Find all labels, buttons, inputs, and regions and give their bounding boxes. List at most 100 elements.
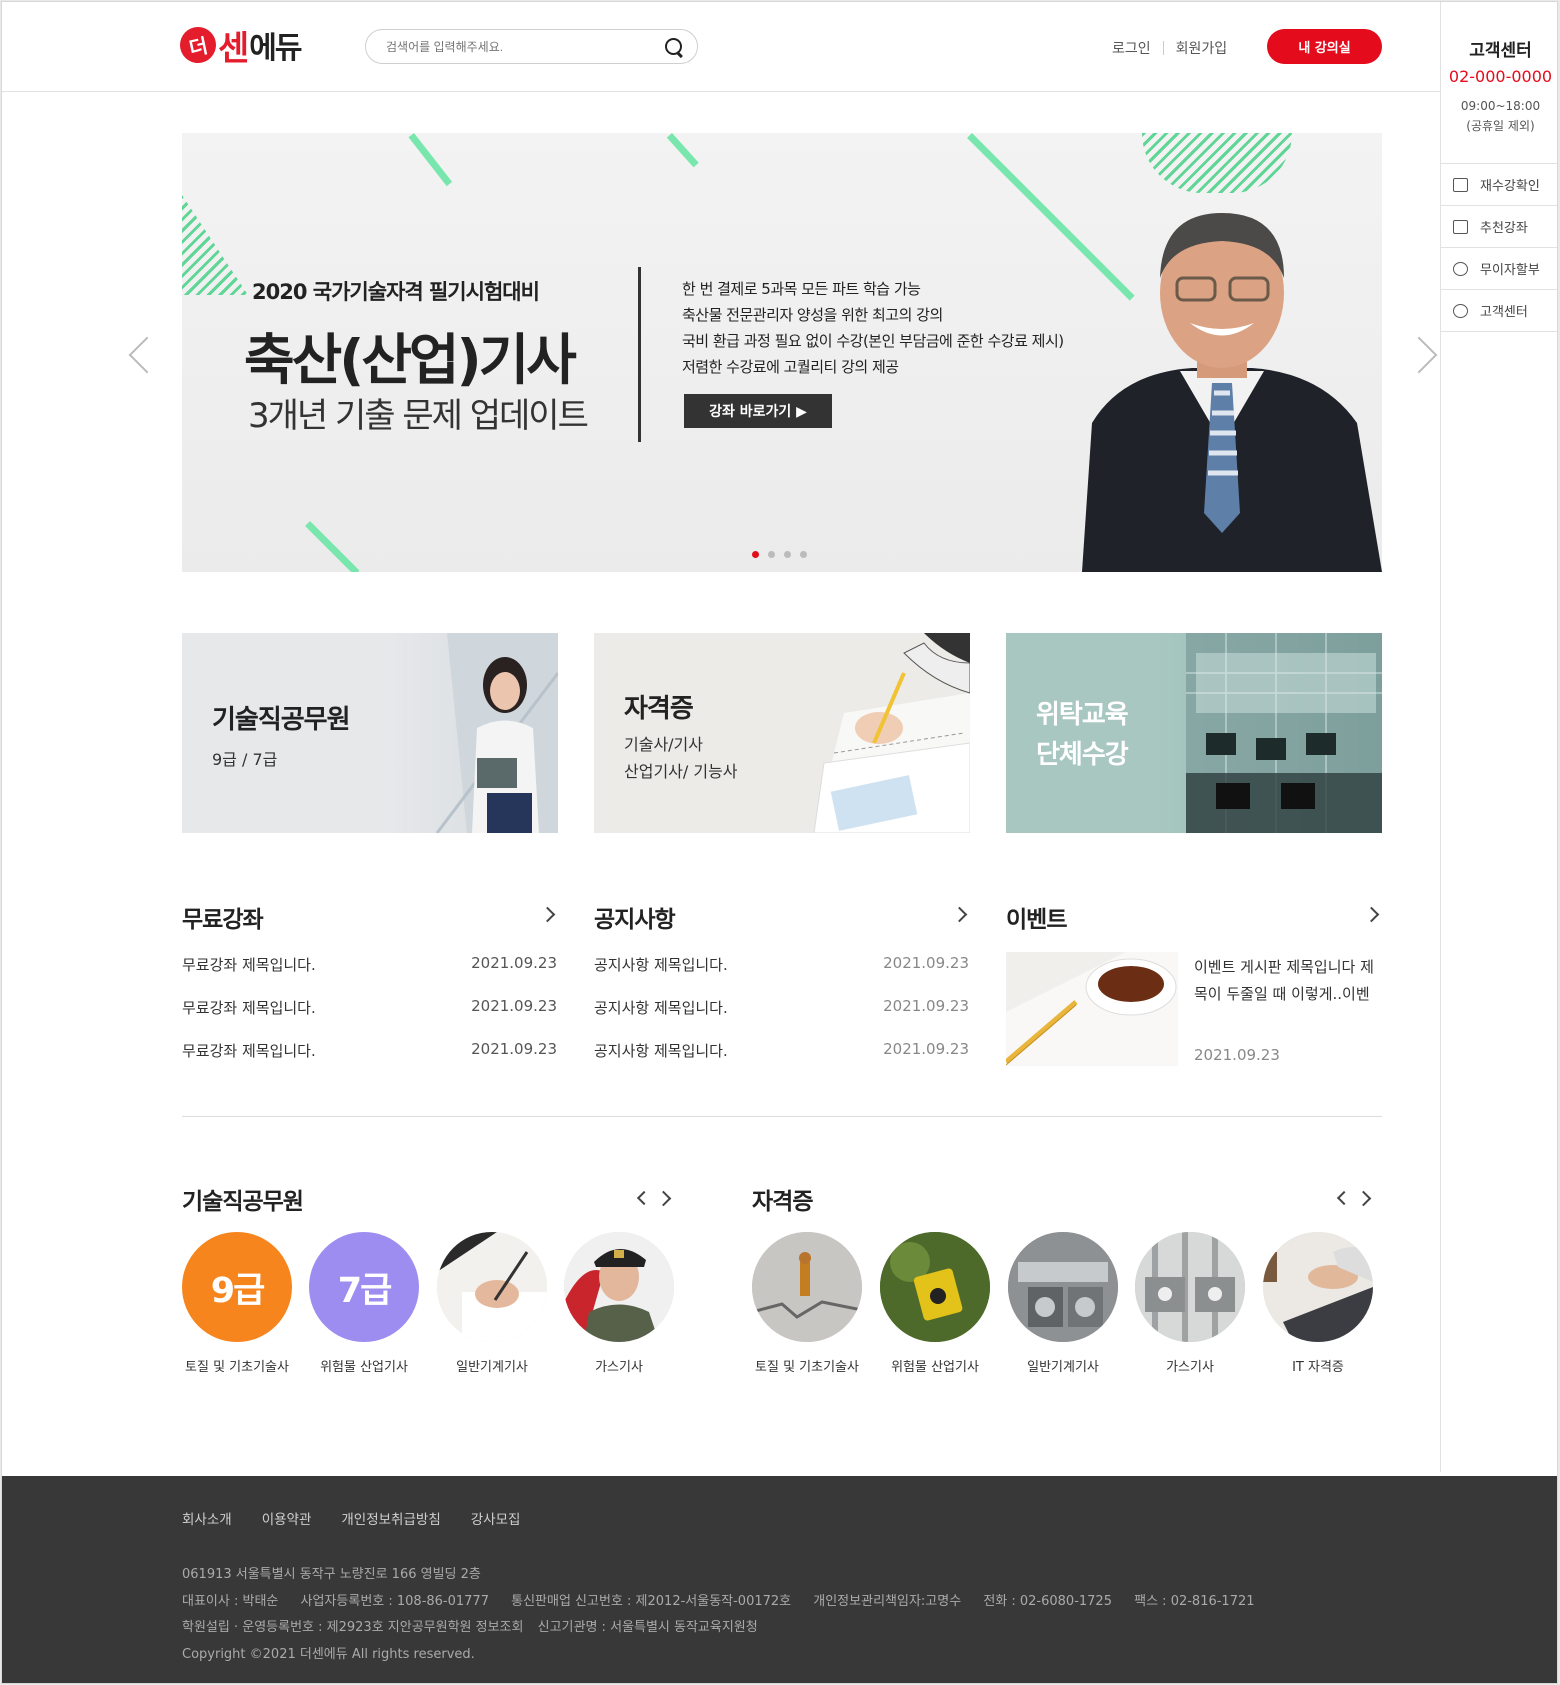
course-circle-it[interactable]: [1263, 1232, 1373, 1342]
gov-courses-next-icon[interactable]: [655, 1190, 672, 1207]
events-more-icon[interactable]: [1363, 906, 1380, 923]
free-lectures-title: 무료강좌: [182, 907, 264, 933]
course-label[interactable]: 가스기사: [544, 1356, 694, 1375]
footer-ecommerce-no: 통신판매업 신고번호 : 제2012-서울동작-00172호: [511, 1593, 792, 1609]
list-item-title: 무료강좌 제목입니다.: [182, 999, 316, 1017]
hero-tagline: 3개년 기출 문제 업데이트: [248, 396, 589, 436]
logo[interactable]: 더 센 에듀: [176, 20, 302, 70]
cert-courses-prev-icon[interactable]: [1336, 1190, 1352, 1206]
list-item[interactable]: 공지사항 제목입니다. 2021.09.23: [594, 997, 969, 1018]
cert-courses-next-icon[interactable]: [1355, 1190, 1372, 1207]
footer-link[interactable]: 개인정보취급방침: [341, 1508, 440, 1528]
carousel-prev-arrow[interactable]: [128, 336, 166, 374]
footer-privacy-officer: 개인정보관리책임자:고명수: [813, 1593, 962, 1609]
carousel-dot[interactable]: [768, 551, 775, 558]
cert-courses-title: 자격증: [752, 1189, 813, 1215]
quick-item-label: 재수강확인: [1480, 179, 1540, 194]
quick-item-support[interactable]: 고객센터: [1441, 290, 1557, 332]
my-classroom-button[interactable]: 내 강의실: [1267, 29, 1382, 64]
course-image: [437, 1232, 547, 1342]
quick-item-label: 고객센터: [1480, 305, 1528, 320]
list-item-title: 무료강좌 제목입니다.: [182, 956, 316, 974]
carousel-dot[interactable]: [800, 551, 807, 558]
logo-brand-main: 센: [218, 28, 249, 69]
event-thumbnail[interactable]: [1006, 952, 1178, 1066]
list-item[interactable]: 공지사항 제목입니다. 2021.09.23: [594, 954, 969, 975]
list-item-title: 공지사항 제목입니다.: [594, 999, 728, 1017]
course-circle-hazard[interactable]: [880, 1232, 990, 1342]
carousel-next-arrow[interactable]: [1400, 336, 1438, 374]
footer-copyright: Copyright ©2021 더센에듀 All rights reserved…: [182, 1646, 475, 1662]
card-title-line: 위탁교육: [1036, 700, 1129, 730]
cs-hours: 09:00~18:00 (공휴일 제외): [1441, 96, 1557, 136]
category-card-cert[interactable]: 자격증 기술사/기사 산업기사/ 기능사: [594, 633, 970, 833]
hero-feature: 축산물 전문관리자 양성을 위한 최고의 강의: [682, 306, 943, 324]
course-circle-soil[interactable]: [752, 1232, 862, 1342]
calendar-icon: [1453, 177, 1468, 192]
list-item[interactable]: 공지사항 제목입니다. 2021.09.23: [594, 1040, 969, 1061]
course-circle-7grade[interactable]: 7급: [309, 1232, 419, 1342]
card-title-line: 단체수강: [1036, 740, 1129, 770]
category-card-group[interactable]: 위탁교육 단체수강: [1006, 633, 1382, 833]
event-item-title[interactable]: 이벤트 게시판 제목입니다 제 목이 두줄일 때 이렇게..이벤: [1194, 954, 1384, 1008]
course-image: [564, 1232, 674, 1342]
cs-phone: 02-000-0000: [1448, 67, 1553, 86]
hero-feature: 국비 환급 과정 필요 없이 수강(본인 부담금에 준한 수강료 제시): [682, 332, 1064, 350]
footer-link[interactable]: 회사소개: [182, 1508, 232, 1528]
decor-hatch: [182, 195, 248, 295]
logo-mark: 더: [176, 23, 220, 67]
course-badge: 9급: [210, 1270, 266, 1311]
course-image: [1263, 1232, 1373, 1342]
card-illustration-classroom: [1186, 633, 1382, 833]
course-circle-soldier[interactable]: [564, 1232, 674, 1342]
decor-stripe: [408, 133, 453, 187]
header: 더 센 에듀 로그인 회원가입 내 강의실: [2, 2, 1440, 92]
course-circle-gas[interactable]: [1135, 1232, 1245, 1342]
event-item-date: 2021.09.23: [1194, 1046, 1280, 1064]
category-card-gov[interactable]: 기술직공무원 9급 / 7급: [182, 633, 558, 833]
carousel-dot[interactable]: [784, 551, 791, 558]
decor-stripe: [305, 521, 360, 572]
search-icon[interactable]: [663, 36, 685, 58]
footer-authority: 신고기관명 : 서울특별시 동작교육지원청: [537, 1620, 758, 1635]
card-subtitle: 9급 / 7급: [212, 750, 278, 769]
course-label[interactable]: IT 자격증: [1243, 1356, 1393, 1375]
presentation-icon: [1453, 219, 1468, 234]
hero-feature: 저렴한 수강료에 고퀄리티 강의 제공: [682, 358, 899, 376]
top-links: 로그인 회원가입: [1112, 38, 1227, 58]
footer-link[interactable]: 강사모집: [471, 1508, 521, 1528]
hero-feature: 한 번 결제로 5과목 모든 파트 학습 가능: [682, 280, 921, 298]
list-item-title: 공지사항 제목입니다.: [594, 956, 728, 974]
list-item-date: 2021.09.23: [883, 1040, 969, 1058]
course-circle-machine[interactable]: [1008, 1232, 1118, 1342]
decor-stripe: [666, 133, 699, 168]
list-item[interactable]: 무료강좌 제목입니다. 2021.09.23: [182, 997, 557, 1018]
gov-courses-prev-icon[interactable]: [636, 1190, 652, 1206]
gov-courses-title: 기술직공무원: [182, 1189, 304, 1215]
quick-sidebar: 고객센터 02-000-0000 09:00~18:00 (공휴일 제외) 재수…: [1440, 2, 1557, 1472]
notices-more-icon[interactable]: [951, 906, 968, 923]
list-item[interactable]: 무료강좌 제목입니다. 2021.09.23: [182, 1040, 557, 1061]
quick-item-retake[interactable]: 재수강확인: [1441, 164, 1557, 206]
footer-registration: 학원설립 · 운영등록번호 : 제2923호 지안공무원학원 정보조회: [182, 1620, 524, 1635]
quick-item-recommend[interactable]: 추천강좌: [1441, 206, 1557, 248]
course-circle-9grade[interactable]: 9급: [182, 1232, 292, 1342]
footer-link[interactable]: 이용약관: [262, 1508, 312, 1528]
carousel-dot[interactable]: [752, 551, 759, 558]
hero-cta-button[interactable]: 강좌 바로가기 ▶: [684, 394, 832, 428]
signup-link[interactable]: 회원가입: [1176, 38, 1228, 58]
card-title: 자격증: [624, 694, 694, 724]
list-item[interactable]: 무료강좌 제목입니다. 2021.09.23: [182, 954, 557, 975]
course-circle-writing[interactable]: [437, 1232, 547, 1342]
login-link[interactable]: 로그인: [1112, 38, 1151, 58]
search-input[interactable]: [386, 39, 663, 54]
footer-ceo: 대표이사 : 박태순: [182, 1593, 279, 1609]
events-title: 이벤트: [1006, 907, 1067, 933]
instructor-photo: [1082, 213, 1382, 572]
quick-item-installment[interactable]: 무이자할부: [1441, 248, 1557, 290]
hero-banner[interactable]: 2020 국가기술자격 필기시험대비 축산(산업)기사 3개년 기출 문제 업데…: [182, 133, 1382, 572]
hero-title: 축산(산업)기사: [244, 328, 577, 392]
free-lectures-more-icon[interactable]: [539, 906, 556, 923]
hero-divider: [638, 267, 641, 442]
footer-fax: 팩스 : 02-816-1721: [1134, 1593, 1255, 1609]
